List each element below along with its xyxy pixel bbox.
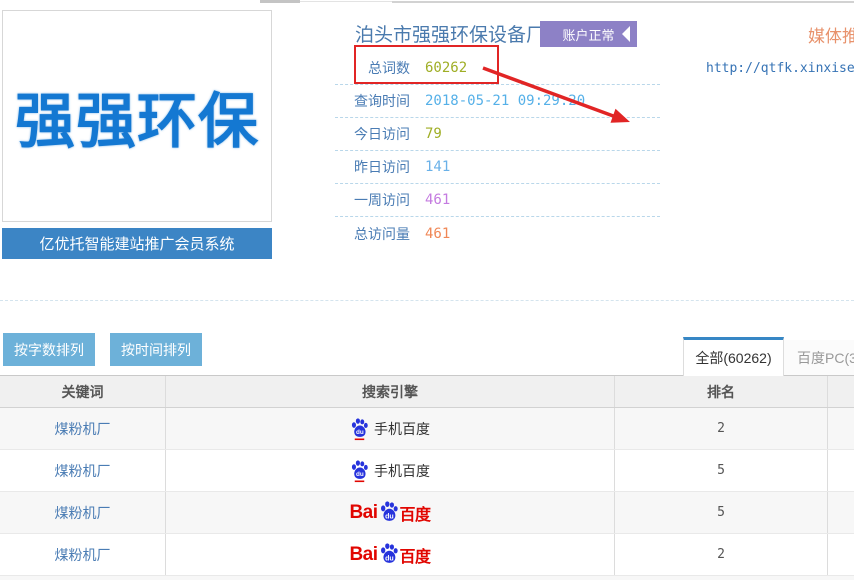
annotation-highlight-rect	[354, 45, 499, 84]
account-status-label: 账户正常	[562, 25, 614, 44]
mobile-baidu-paw-icon: du	[350, 459, 369, 483]
baidu-paw-icon: du	[379, 542, 399, 567]
stat-label: 一周访问	[335, 190, 410, 210]
media-section-label: 媒体推广	[808, 22, 854, 47]
member-system-banner: 亿优托智能建站推广会员系统	[2, 228, 272, 259]
engine-cell: du 手机百度	[350, 417, 430, 441]
table-row: 煤粉机厂 du 手机百度 5	[0, 450, 854, 492]
svg-text:du: du	[385, 554, 394, 562]
stat-value: 461	[425, 192, 450, 208]
rank-value: 5	[717, 505, 725, 520]
rank-value: 2	[717, 421, 725, 436]
stat-label: 今日访问	[335, 124, 410, 144]
seo-member-dashboard: { "header": { "logo_text": "强强环保", "bann…	[0, 0, 854, 579]
mobile-baidu-paw-icon: du	[350, 417, 369, 441]
keyword-link[interactable]: 煤粉机厂	[55, 461, 111, 481]
baidu-pc-logo: Bai du 百度	[349, 500, 430, 525]
svg-text:du: du	[356, 471, 364, 478]
table-row: 煤粉机厂 Bai du 百度 2	[0, 534, 854, 576]
stat-row-yesterday-visits: 昨日访问 141	[335, 151, 660, 184]
keyword-link[interactable]: 煤粉机厂	[55, 545, 111, 565]
table-row: 煤粉机厂 Bai du 百度 5	[0, 492, 854, 534]
baidu-logo-bai-text: Bai	[349, 544, 377, 566]
table-row: 煤粉机厂 du 手机百度 2	[0, 408, 854, 450]
stat-row-today-visits: 今日访问 79	[335, 118, 660, 151]
badge-ribbon-notch-icon	[622, 26, 630, 42]
top-edge-line	[300, 1, 392, 2]
keyword-link[interactable]: 煤粉机厂	[55, 419, 111, 439]
account-status-badge: 账户正常	[540, 21, 637, 47]
top-edge-line	[392, 1, 854, 3]
table-row-partial	[0, 576, 854, 580]
baidu-logo-bai-text: Bai	[349, 502, 377, 524]
baidu-pc-logo: Bai du 百度	[349, 542, 430, 567]
baidu-logo-cn-text: 百度	[400, 543, 431, 567]
stat-label: 总访问量	[335, 224, 410, 244]
sort-by-time-button[interactable]: 按时间排列	[110, 333, 202, 366]
stat-row-query-time: 查询时间 2018-05-21 09:29:20	[335, 85, 660, 118]
column-header-keyword: 关键词	[0, 376, 166, 407]
table-header-row: 关键词 搜索引擎 排名	[0, 376, 854, 408]
page-title: 泊头市强强环保设备厂	[355, 20, 545, 47]
top-edge-line	[260, 0, 300, 3]
sort-by-wordcount-button[interactable]: 按字数排列	[3, 333, 95, 366]
engine-cell: du 手机百度	[350, 459, 430, 483]
stat-row-week-visits: 一周访问 461	[335, 184, 660, 217]
engine-name: 手机百度	[374, 419, 430, 439]
site-url-link[interactable]: http://qtfk.xinxisea.	[706, 61, 854, 76]
column-header-extra	[828, 376, 854, 407]
section-divider	[0, 300, 854, 301]
keyword-rank-table: 关键词 搜索引擎 排名 煤粉机厂 du 手机百度 2 煤粉机	[0, 375, 854, 580]
tab-all-keywords[interactable]: 全部(60262)	[683, 337, 784, 376]
tab-baidu-pc[interactable]: 百度PC(30	[784, 340, 854, 375]
rank-value: 5	[717, 463, 725, 478]
engine-name: 手机百度	[374, 461, 430, 481]
stat-value: 79	[425, 126, 442, 142]
svg-text:du: du	[385, 512, 394, 520]
stat-row-total-visits: 总访问量 461	[335, 217, 660, 250]
svg-text:du: du	[356, 429, 364, 436]
baidu-logo-cn-text: 百度	[400, 501, 431, 525]
company-logo-text: 强强环保	[15, 73, 259, 160]
company-logo-box: 强强环保	[2, 10, 272, 222]
rank-value: 2	[717, 547, 725, 562]
stat-label: 昨日访问	[335, 157, 410, 177]
stat-value: 141	[425, 159, 450, 175]
stat-value: 461	[425, 226, 450, 242]
keyword-link[interactable]: 煤粉机厂	[55, 503, 111, 523]
stat-value: 2018-05-21 09:29:20	[425, 93, 585, 109]
baidu-paw-icon: du	[379, 500, 399, 525]
column-header-engine: 搜索引擎	[166, 376, 615, 407]
column-header-rank: 排名	[615, 376, 828, 407]
stat-label: 查询时间	[335, 91, 410, 111]
